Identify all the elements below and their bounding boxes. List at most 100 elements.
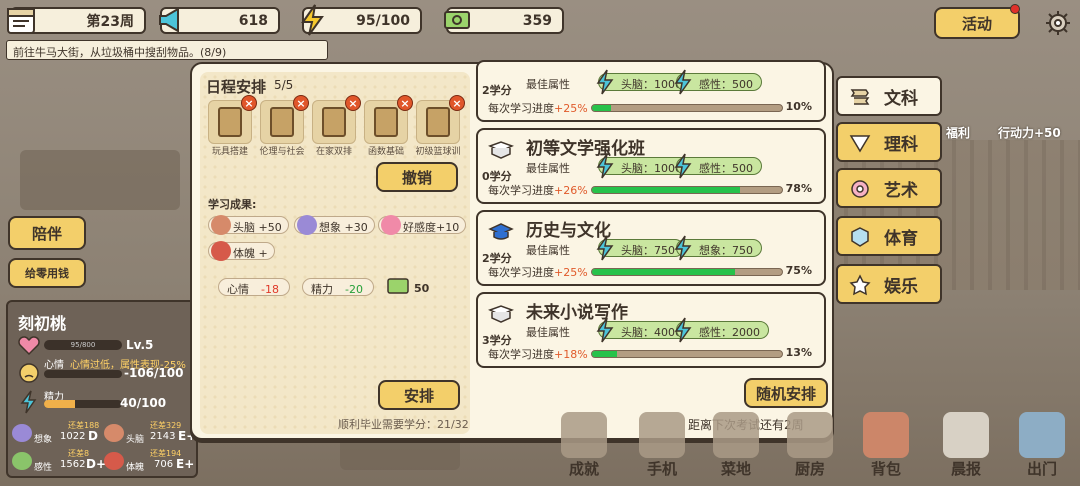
accompany-button[interactable]: 陪伴 [8,216,86,250]
best-attr-label: 最佳属性 [526,78,570,91]
attr-text: 感性：500 [699,78,753,91]
book-icon [322,107,346,137]
gain-label: 想象 [319,221,341,234]
nav-label: 晨报 [950,460,981,478]
money-value: 359 [522,12,552,29]
tab-science[interactable]: 理科 [836,122,942,162]
imagination-icon [12,424,32,442]
notification-dot [1010,4,1020,14]
garden-icon [713,412,759,458]
background-brick [20,150,180,210]
stamina-bolt-icon [20,390,37,414]
schedule-slot-label: 玩具搭建 [211,147,248,157]
stat-value: 1022 [60,431,86,442]
schedule-slot[interactable]: × [416,95,465,144]
progress-bonus: +18% [554,348,588,361]
best-attr-label: 最佳属性 [526,162,570,175]
schedule-slot[interactable]: × [312,95,361,144]
random-arrange-button[interactable]: 随机安排 [744,378,828,408]
schedule-slot[interactable]: × [260,95,309,144]
nav-achievements[interactable]: 成就 [554,412,614,482]
course-card[interactable]: 历史与文化 2学分 最佳属性 头脑：750 想象：750 每次学习进度+25% … [476,210,826,286]
phone-icon [639,412,685,458]
remove-icon[interactable]: × [397,95,413,111]
pocket-money-button[interactable]: 给零用钱 [8,258,86,288]
graduation-cap-icon [488,223,514,240]
schedule-slot[interactable]: × [208,95,257,144]
stat-label: 想象 [34,435,53,445]
progress-fill [592,269,735,275]
progress-bonus: +25% [554,266,588,279]
quest-banner[interactable]: 前往牛马大街，从垃圾桶中搜刮物品。(8/9) [6,40,328,60]
tab-label: 艺术 [884,180,918,201]
stat-label: 感性 [34,463,53,473]
progress-label: 每次学习进度+25% [488,264,588,280]
progress-fill [592,351,617,357]
schedule-title: 日程安排 [206,78,267,96]
cube-icon [851,227,869,247]
physique-icon [104,452,124,470]
nav-label: 出门 [1026,460,1057,478]
nav-kitchen[interactable]: 厨房 [780,412,840,482]
book-icon [488,141,514,159]
nav-go-out[interactable]: 出门 [1012,412,1072,482]
money-icon [387,278,409,294]
tab-entertainment[interactable]: 娱乐 [836,264,942,304]
lightning-icon [596,235,614,261]
tab-art[interactable]: 艺术 [836,168,942,208]
stat-label: 体魄 [126,463,145,473]
progress-bar [591,186,783,194]
stamina-bar-fill [44,400,76,408]
tab-liberal-arts[interactable]: 文科 [836,76,942,116]
cancel-button[interactable]: 撤销 [376,162,458,192]
course-card[interactable]: 未来小说写作 3学分 最佳属性 头脑：4000 感性：2000 每次学习进度+1… [476,292,826,368]
backpack-icon [863,412,909,458]
nav-backpack[interactable]: 背包 [856,412,916,482]
results-title: 学习成果: [208,198,257,211]
arrange-button[interactable]: 安排 [378,380,460,410]
remove-icon[interactable]: × [293,95,309,111]
gain-brain: 头脑 +50 [208,215,289,235]
progress-bonus: +26% [554,184,588,197]
attr-text: 头脑：750 [621,244,675,257]
gear-icon[interactable] [1044,9,1072,37]
mood-face-icon [19,363,39,383]
remove-icon[interactable]: × [345,95,361,111]
course-card[interactable]: 2学分 最佳属性 头脑：1000 感性：500 每次学习进度+25% 10% [476,60,826,122]
stat-grade: D+ [86,457,107,471]
activity-button[interactable]: 活动 [934,7,1020,39]
newspaper-icon [943,412,989,458]
nav-morning-news[interactable]: 晨报 [936,412,996,482]
progress-bar [591,268,783,276]
stat-value: 706 [154,459,174,470]
heart-icon [18,336,40,356]
attr-text: 想象：750 [699,244,753,257]
action-points-label[interactable]: 行动力+50 [998,124,1061,141]
course-credit: 2学分 [482,84,512,97]
star-icon [849,274,871,296]
gain-affection: 好感度+10 [378,215,467,235]
energy-value: 95/100 [356,12,410,29]
gain-value: + [258,247,268,260]
welfare-label[interactable]: 福利 [946,124,970,141]
schedule-slot[interactable]: × [364,95,413,144]
course-card[interactable]: 初等文学强化班 0学分 最佳属性 头脑：1000 感性：500 每次学习进度+2… [476,128,826,204]
nav-garden[interactable]: 菜地 [706,412,766,482]
progress-text: 每次学习进度 [488,266,554,279]
money-cost: 50 [414,282,430,295]
kitchen-icon [787,412,833,458]
course-title: 初等文学强化班 [526,139,645,159]
stat-need: 还差329 [150,421,182,430]
level-label: Lv.5 [126,338,154,352]
remove-icon[interactable]: × [449,95,465,111]
tab-sports[interactable]: 体育 [836,216,942,256]
stat-value: 1562 [60,459,86,470]
nav-label: 菜地 [720,460,751,478]
stamina-cost-label: 精力 [311,283,333,296]
remove-icon[interactable]: × [241,95,257,111]
gain-label: 头脑 [233,221,255,234]
lightning-icon [596,317,614,343]
best-attr-label: 最佳属性 [526,244,570,257]
nav-phone[interactable]: 手机 [632,412,692,482]
progress-text: 每次学习进度 [488,348,554,361]
